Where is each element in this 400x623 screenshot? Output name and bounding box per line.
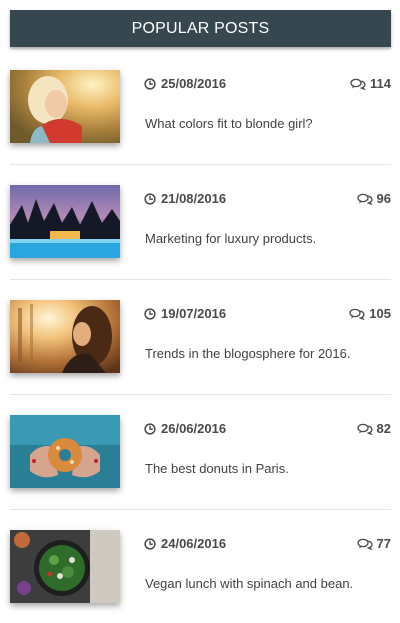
post-title-link[interactable]: Trends in the blogosphere for 2016. [145,346,351,361]
post-item[interactable]: 21/08/2016 96 Marketing for luxury produ… [10,185,391,299]
post-divider [10,279,391,280]
clock-icon [144,192,156,205]
post-date-text: 19/07/2016 [161,306,227,321]
post-comment-count[interactable]: 114 [350,76,391,91]
post-date-text: 21/08/2016 [161,191,227,206]
comments-icon [349,308,365,320]
post-item[interactable]: 24/06/2016 77 Vegan lunch with spinach a… [10,530,391,623]
widget-title: POPULAR POSTS [131,19,270,37]
clock-icon [144,537,156,550]
post-divider [10,394,391,395]
widget-header: POPULAR POSTS [10,10,391,47]
post-divider [10,164,391,165]
comments-icon [356,423,373,435]
post-date: 19/07/2016 [144,306,226,321]
post-thumbnail[interactable] [10,530,120,603]
clock-icon [144,77,156,90]
post-title-link[interactable]: What colors fit to blonde girl? [145,116,313,131]
post-thumbnail[interactable] [10,70,120,143]
post-date-text: 26/06/2016 [161,421,227,436]
post-date-text: 24/06/2016 [161,536,227,551]
post-title-link[interactable]: Vegan lunch with spinach and bean. [145,576,353,591]
post-item[interactable]: 25/08/2016 114 What colors fit to blonde… [10,70,391,184]
comments-icon [356,538,373,550]
post-comment-count[interactable]: 105 [349,306,391,321]
post-thumbnail[interactable] [10,300,120,373]
post-date: 26/06/2016 [144,421,226,436]
post-title-link[interactable]: The best donuts in Paris. [145,461,289,476]
clock-icon [144,307,156,320]
post-comment-count-text: 82 [376,421,391,436]
post-thumbnail[interactable] [10,415,120,488]
post-item[interactable]: 26/06/2016 82 The best donuts in Paris. [10,415,391,529]
post-divider [10,509,391,510]
post-comment-count-text: 114 [370,76,391,91]
comments-icon [356,193,373,205]
post-comment-count-text: 96 [376,191,391,206]
post-comment-count[interactable]: 77 [356,536,391,551]
post-comment-count[interactable]: 82 [356,421,391,436]
post-title-link[interactable]: Marketing for luxury products. [145,231,316,246]
post-comment-count[interactable]: 96 [356,191,391,206]
post-date: 24/06/2016 [144,536,226,551]
post-thumbnail[interactable] [10,185,120,258]
post-comment-count-text: 105 [369,306,391,321]
post-comment-count-text: 77 [376,536,391,551]
comments-icon [350,78,366,90]
post-date: 21/08/2016 [144,191,226,206]
clock-icon [144,422,156,435]
post-date-text: 25/08/2016 [161,76,227,91]
post-item[interactable]: 19/07/2016 105 Trends in the blogosphere… [10,300,391,414]
post-date: 25/08/2016 [144,76,226,91]
popular-posts-widget: POPULAR POSTS 25/08/2016 114 What colors… [0,0,400,623]
